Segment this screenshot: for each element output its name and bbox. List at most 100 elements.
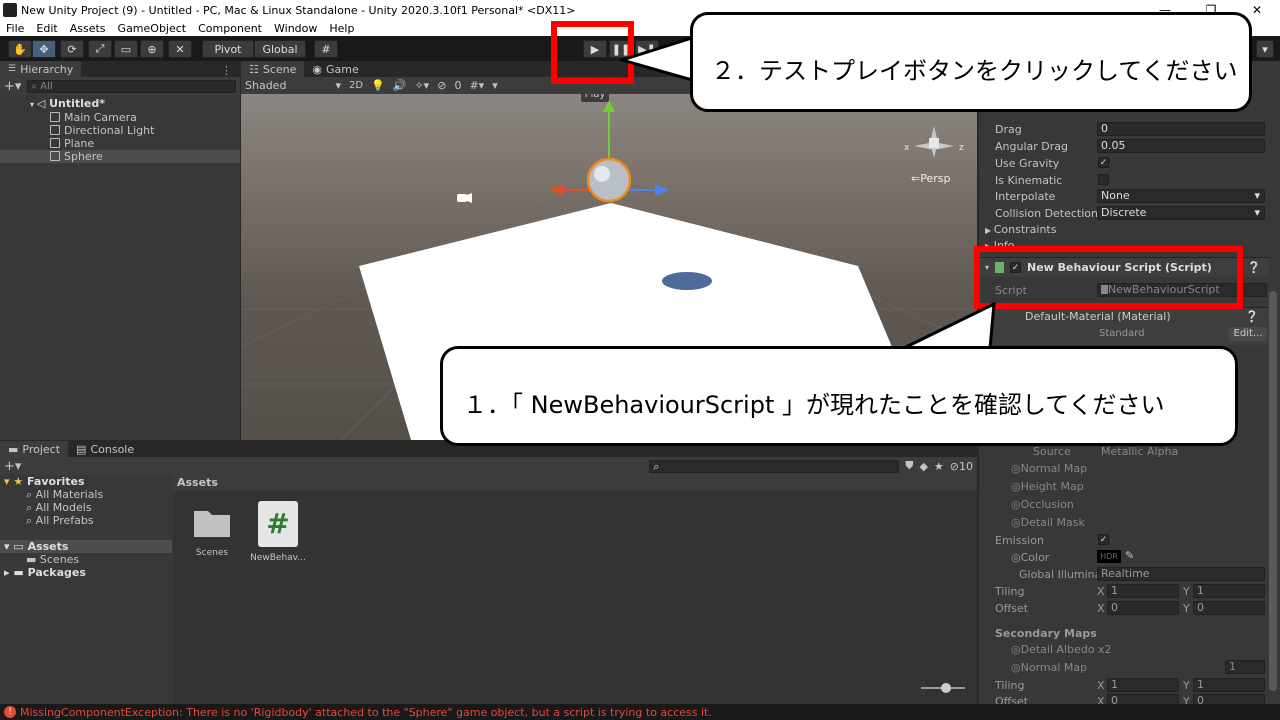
global-illum-dropdown[interactable]: Realtime [1097, 567, 1265, 581]
help-icon[interactable]: ❔ [1245, 310, 1259, 323]
grid-icon[interactable]: #▾ [469, 79, 484, 92]
hierarchy-item-directional-light[interactable]: Directional Light [0, 124, 240, 137]
gizmos-dropdown[interactable]: ▾ [492, 79, 498, 92]
rotate-tool-icon[interactable]: ⟳ [60, 40, 84, 58]
lighting-icon[interactable]: 💡 [371, 79, 385, 92]
audio-icon[interactable]: 🔊 [393, 79, 407, 92]
hdr-color-swatch[interactable]: HDR [1097, 550, 1121, 563]
filter-type-icon[interactable]: ⛊ [905, 459, 913, 473]
detail-mask-label[interactable]: ◎Detail Mask [1011, 516, 1085, 529]
status-bar[interactable]: ! MissingComponentException: There is no… [0, 704, 1280, 720]
global-toggle[interactable]: Global [254, 40, 306, 58]
occlusion-label[interactable]: ◎Occlusion [1011, 498, 1074, 511]
grid-snap-icon[interactable]: # [314, 40, 338, 58]
constraints-foldout[interactable]: ▶ Constraints [985, 223, 1056, 236]
menu-assets[interactable]: Assets [64, 22, 112, 35]
tab-scene[interactable]: ☷ Scene [241, 61, 305, 77]
tab-game[interactable]: ◉ Game [304, 61, 366, 77]
favorites-foldout[interactable]: ▾ ★ Favorites [0, 475, 172, 488]
transform-tool-icon[interactable]: ⊕ [140, 40, 164, 58]
secondary-maps-heading: Secondary Maps [995, 627, 1097, 640]
tab-hierarchy[interactable]: ☰ Hierarchy [0, 61, 82, 77]
help-icon[interactable]: ❔ [1247, 261, 1261, 274]
secondary-normal-scale[interactable]: 1 [1225, 660, 1265, 674]
project-search-input[interactable]: ⌕ [649, 459, 900, 473]
game-tab-icon: ◉ [312, 62, 323, 76]
menu-window[interactable]: Window [268, 22, 323, 35]
layout-menu-icon[interactable]: ▾ [1256, 40, 1274, 58]
offset2-x-field[interactable]: 0 [1107, 694, 1179, 704]
packages-folder[interactable]: ▸ ▬ Packages [0, 566, 172, 579]
window-title: New Unity Project (9) - Untitled - PC, M… [21, 3, 576, 17]
offset-y-field[interactable]: 0 [1193, 601, 1265, 615]
menu-edit[interactable]: Edit [30, 22, 63, 35]
hidden-objects-icon[interactable]: ⊘ [437, 79, 446, 92]
effects-icon[interactable]: ✧▾ [414, 79, 429, 92]
hierarchy-search-input[interactable]: ⌕ All [27, 79, 236, 93]
zoom-slider-thumb[interactable] [941, 683, 951, 693]
normal-map-label[interactable]: ◎Normal Map [1011, 462, 1087, 475]
tab-project[interactable]: ▬ Project [0, 441, 69, 457]
csharp-script-icon: # [258, 501, 298, 547]
item-label: Sphere [64, 150, 103, 163]
inspector-scrollbar[interactable] [1269, 291, 1277, 691]
persp-icon: ⇐ [911, 172, 921, 185]
rect-tool-icon[interactable]: ▭ [114, 40, 138, 58]
add-icon[interactable]: +▾ [4, 459, 21, 474]
pivot-toggle[interactable]: Pivot [202, 40, 254, 58]
secondary-normal-label[interactable]: ◎Normal Map [1011, 661, 1087, 674]
favorite-icon[interactable]: ★ [934, 460, 944, 473]
shading-mode-dropdown[interactable]: Shaded ▾ [245, 79, 341, 92]
menu-gameobject[interactable]: GameObject [112, 22, 193, 35]
tab-console[interactable]: ▤ Console [68, 441, 142, 457]
emission-label: Emission [995, 534, 1044, 547]
custom-tool-icon[interactable]: ✕ [168, 40, 192, 58]
filter-label-icon[interactable]: ◆ [919, 460, 927, 473]
drag-field[interactable]: 0 [1097, 122, 1265, 136]
shader-dropdown[interactable]: Standard [1099, 328, 1145, 339]
2d-toggle[interactable]: 2D [349, 80, 363, 91]
eyedropper-icon[interactable]: ✎ [1125, 549, 1134, 562]
packages-label: Packages [27, 566, 86, 579]
favorite-all-materials[interactable]: ⌕ All Materials [0, 488, 172, 501]
height-map-label[interactable]: ◎Height Map [1011, 480, 1084, 493]
use-gravity-checkbox[interactable]: ✓ [1098, 157, 1109, 168]
move-tool-icon[interactable]: ✥ [32, 40, 56, 58]
edit-shader-button[interactable]: Edit... [1229, 327, 1267, 341]
detail-albedo-label[interactable]: ◎Detail Albedo x2 [1011, 643, 1112, 656]
offset2-y-field[interactable]: 0 [1193, 694, 1265, 704]
menu-help[interactable]: Help [323, 22, 360, 35]
favorite-all-prefabs[interactable]: ⌕ All Prefabs [0, 514, 172, 527]
asset-newbehaviour-script[interactable]: # NewBehav... [249, 501, 307, 563]
offset-x-field[interactable]: 0 [1107, 601, 1179, 615]
scenes-folder[interactable]: ▬ Scenes [0, 553, 172, 566]
tiling-x-field[interactable]: 1 [1107, 584, 1179, 598]
menu-file[interactable]: File [0, 22, 30, 35]
panel-menu-icon[interactable]: ⋮ [213, 64, 240, 77]
assets-folder[interactable]: ▾ ▭ Assets [0, 540, 172, 553]
hierarchy-item-main-camera[interactable]: Main Camera [0, 111, 240, 124]
scene-root[interactable]: ▾ ◁ Untitled* [0, 97, 240, 110]
is-kinematic-checkbox[interactable] [1098, 174, 1109, 185]
add-icon[interactable]: +▾ [4, 79, 21, 94]
tiling2-x-field[interactable]: 1 [1107, 678, 1179, 692]
collision-dropdown[interactable]: Discrete ▾ [1097, 206, 1265, 220]
hand-tool-icon[interactable]: ✋ [8, 40, 32, 58]
angular-drag-field[interactable]: 0.05 [1097, 139, 1265, 153]
interpolate-dropdown[interactable]: None ▾ [1097, 189, 1265, 203]
material-header[interactable]: Default-Material (Material) Standard Edi… [979, 307, 1269, 345]
persp-label[interactable]: ⇐Persp [911, 172, 950, 185]
callout-step2-text: ２．テストプレイボタンをクリックしてください [711, 57, 1238, 85]
source-value[interactable]: Metallic Alpha [1101, 445, 1178, 458]
emission-checkbox[interactable]: ✓ [1098, 534, 1109, 545]
tiling2-y-field[interactable]: 1 [1193, 678, 1265, 692]
menu-component[interactable]: Component [192, 22, 268, 35]
asset-scenes-folder[interactable]: Scenes [189, 505, 235, 558]
scale-tool-icon[interactable]: ⤢ [88, 40, 112, 58]
hierarchy-item-sphere[interactable]: Sphere [0, 150, 240, 163]
tiling-y-field[interactable]: 1 [1193, 584, 1265, 598]
persp-text: Persp [920, 172, 951, 185]
favorite-all-models[interactable]: ⌕ All Models [0, 501, 172, 514]
hierarchy-item-plane[interactable]: Plane [0, 137, 240, 150]
hidden-packages-icon[interactable]: ⊘10 [950, 460, 973, 473]
